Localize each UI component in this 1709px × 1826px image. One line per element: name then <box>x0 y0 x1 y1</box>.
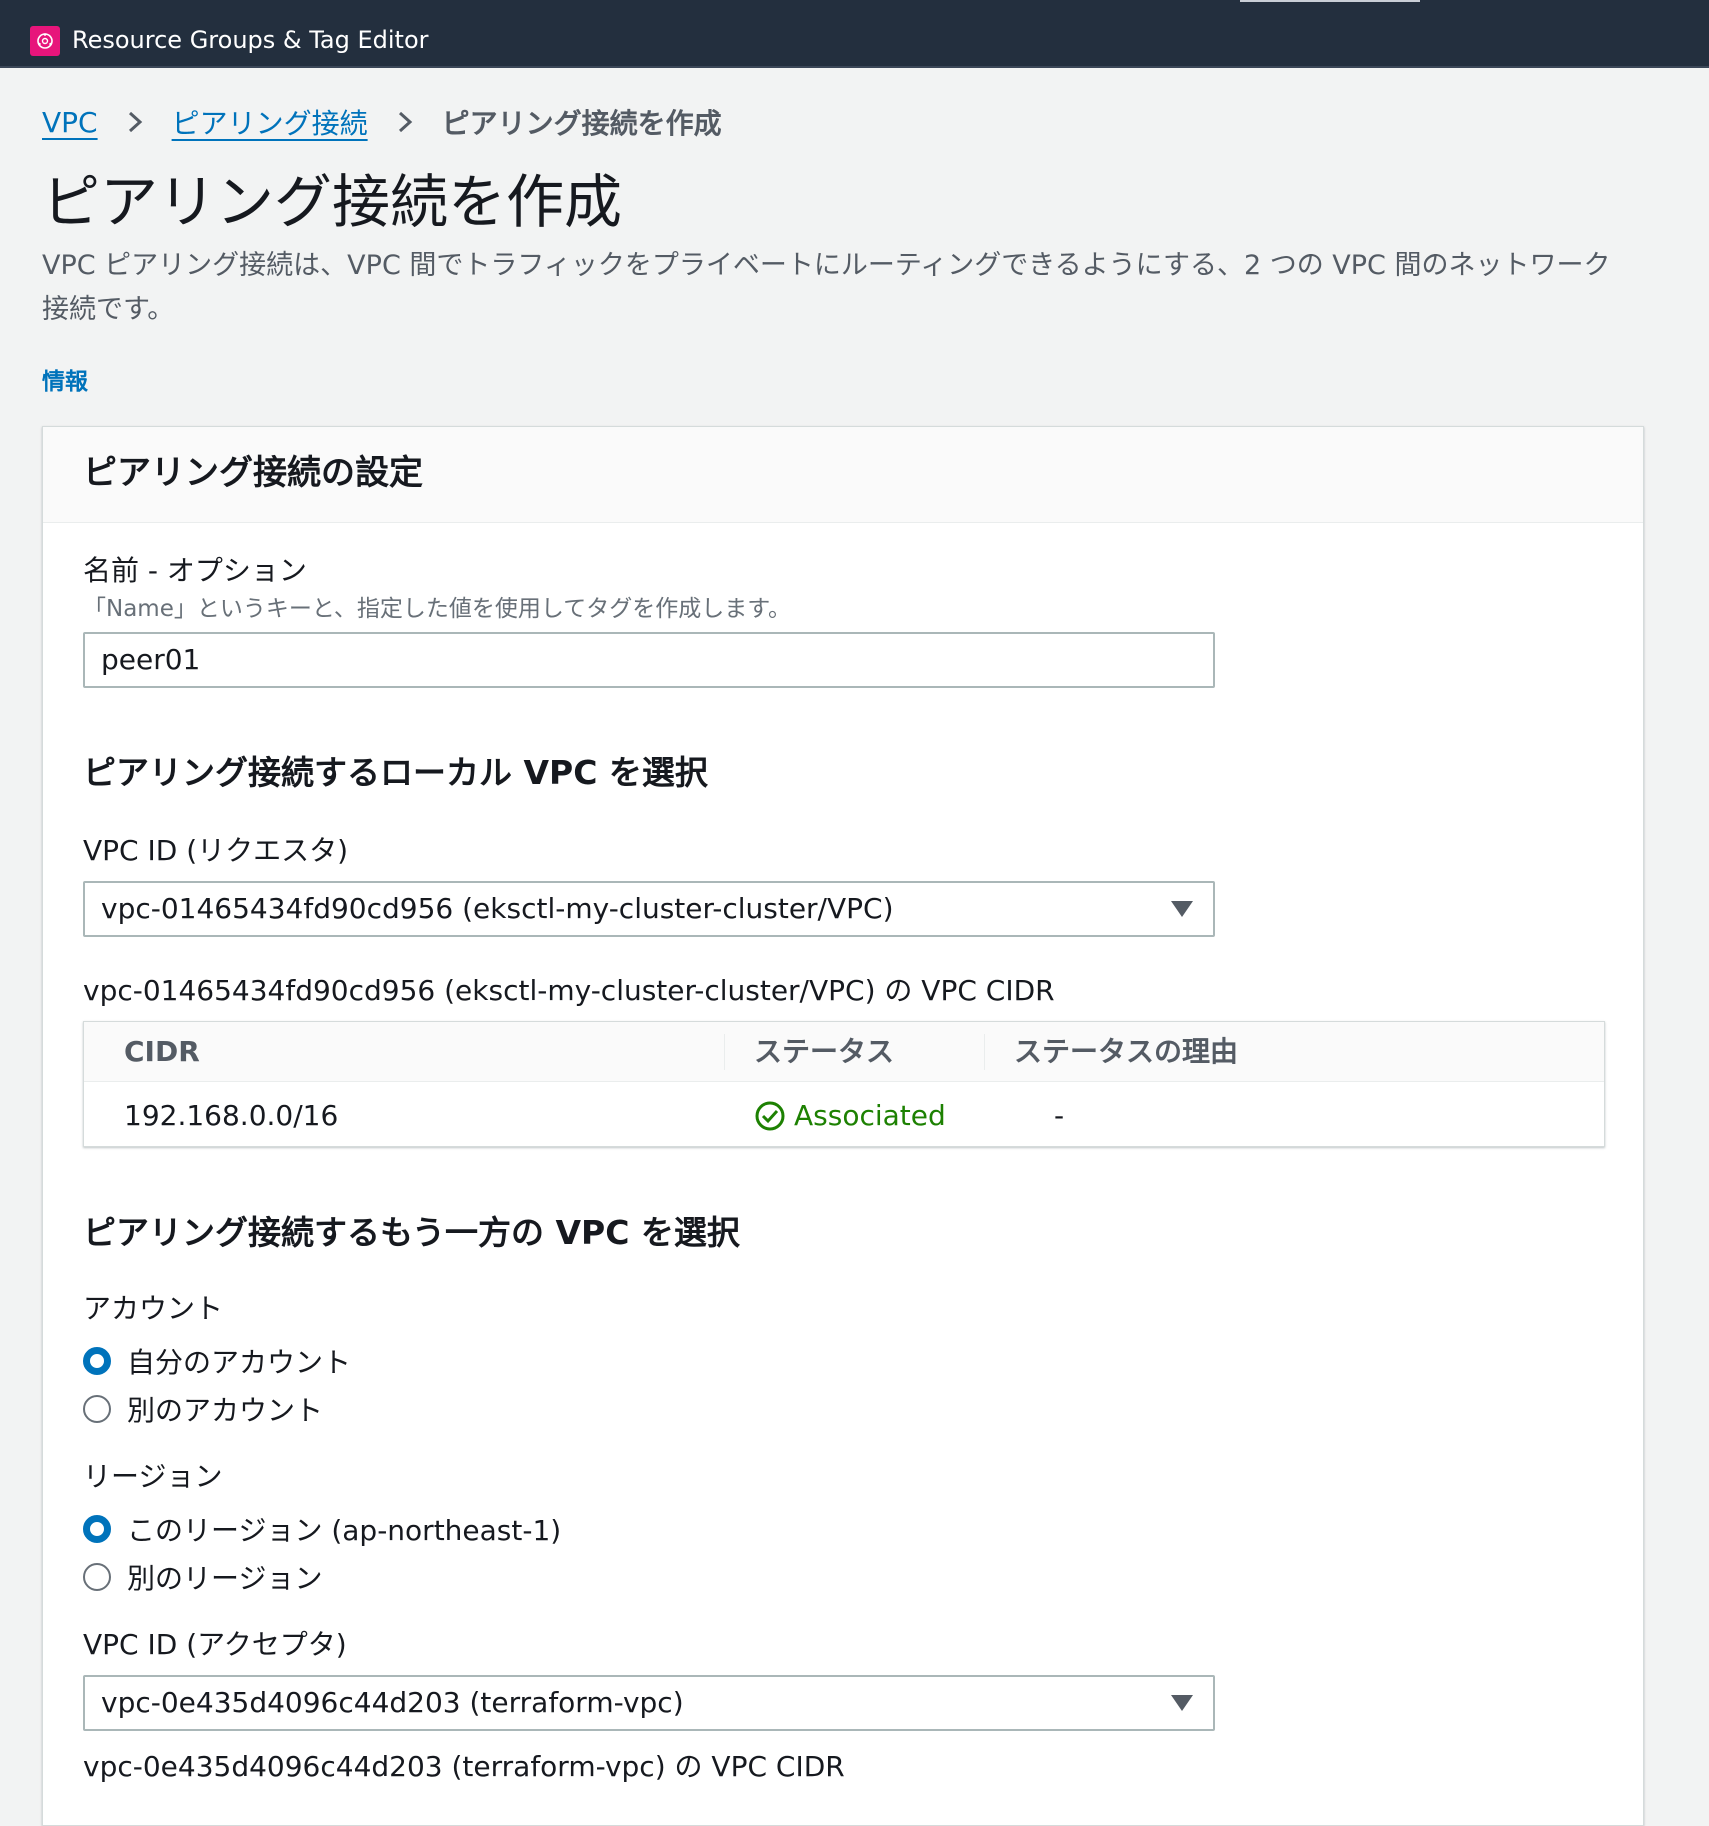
top-navigation-bar: Resource Groups & Tag Editor <box>0 0 1709 68</box>
local-vpc-heading: ピアリング接続するローカル VPC を選択 <box>83 753 708 792</box>
radio-my-account[interactable]: 自分のアカウント <box>83 1341 351 1381</box>
radio-button-checked[interactable] <box>83 1515 111 1543</box>
peer-vpc-heading: ピアリング接続するもう一方の VPC を選択 <box>83 1213 740 1252</box>
table-header: CIDR ステータス ステータスの理由 <box>84 1022 1604 1082</box>
breadcrumb-current: ピアリング接続を作成 <box>441 107 722 140</box>
requester-vpc-label: VPC ID (リクエスタ) <box>83 834 349 867</box>
topbar-accent-line <box>1240 0 1420 2</box>
chevron-right-icon <box>398 111 412 133</box>
column-header-status[interactable]: ステータス <box>754 1032 894 1072</box>
app-title[interactable]: Resource Groups & Tag Editor <box>72 22 429 58</box>
radio-other-account[interactable]: 別のアカウント <box>83 1389 323 1429</box>
requester-cidr-table: CIDR ステータス ステータスの理由 192.168.0.0/16 Assoc… <box>83 1021 1605 1147</box>
column-divider <box>984 1034 985 1070</box>
page-description: VPC ピアリング接続は、VPC 間でトラフィックをプライベートにルーティングで… <box>42 250 1611 325</box>
name-field-description: 「Name」というキーと、指定した値を使用してタグを作成します。 <box>83 596 791 622</box>
cell-cidr: 192.168.0.0/16 <box>124 1099 339 1132</box>
cell-status: Associated <box>754 1096 946 1136</box>
column-header-cidr[interactable]: CIDR <box>124 1032 200 1072</box>
accepter-cidr-caption: vpc-0e435d4096c44d203 (terraform-vpc) の … <box>83 1750 845 1783</box>
peering-settings-panel: ピアリング接続の設定 名前 - オプション 「Name」というキーと、指定した値… <box>42 426 1644 1826</box>
radio-label: 別のリージョン <box>127 1562 323 1595</box>
breadcrumb-link-vpc[interactable]: VPC <box>42 106 98 139</box>
panel-title: ピアリング接続の設定 <box>83 453 423 493</box>
accepter-vpc-label: VPC ID (アクセプタ) <box>83 1628 347 1661</box>
region-label: リージョン <box>83 1460 223 1493</box>
radio-label: このリージョン (ap-northeast-1) <box>127 1514 562 1547</box>
radio-button-checked[interactable] <box>83 1347 111 1375</box>
caret-down-icon <box>1171 1695 1193 1711</box>
resource-groups-icon[interactable] <box>30 26 60 56</box>
column-divider <box>724 1034 725 1070</box>
breadcrumb: VPC ピアリング接続 ピアリング接続を作成 <box>42 102 722 142</box>
accepter-vpc-selected-value: vpc-0e435d4096c44d203 (terraform-vpc) <box>101 1686 684 1719</box>
radio-button[interactable] <box>83 1563 111 1591</box>
page-title: ピアリング接続を作成 <box>42 168 623 236</box>
radio-label: 自分のアカウント <box>127 1346 352 1379</box>
accepter-vpc-select[interactable]: vpc-0e435d4096c44d203 (terraform-vpc) <box>83 1675 1215 1731</box>
radio-this-region[interactable]: このリージョン (ap-northeast-1) <box>83 1509 561 1549</box>
radio-other-region[interactable]: 別のリージョン <box>83 1557 322 1597</box>
requester-vpc-select[interactable]: vpc-01465434fd90cd956 (eksctl-my-cluster… <box>83 881 1215 937</box>
radio-button[interactable] <box>83 1395 111 1423</box>
requester-vpc-selected-value: vpc-01465434fd90cd956 (eksctl-my-cluster… <box>101 892 894 925</box>
cell-status-reason: - <box>1054 1099 1065 1132</box>
account-label: アカウント <box>83 1292 224 1325</box>
panel-header: ピアリング接続の設定 <box>43 427 1643 523</box>
requester-cidr-caption: vpc-01465434fd90cd956 (eksctl-my-cluster… <box>83 974 1055 1007</box>
caret-down-icon <box>1171 901 1193 917</box>
column-header-status-reason[interactable]: ステータスの理由 <box>1014 1032 1238 1072</box>
check-circle-icon <box>755 1101 785 1131</box>
name-field-label: 名前 - オプション <box>83 554 307 587</box>
name-input[interactable]: peer01 <box>83 632 1215 688</box>
info-link[interactable]: 情報 <box>42 362 88 396</box>
radio-label: 別のアカウント <box>127 1394 324 1427</box>
chevron-right-icon <box>128 111 142 133</box>
breadcrumb-link-peering[interactable]: ピアリング接続 <box>172 102 368 142</box>
status-text: Associated <box>794 1099 946 1132</box>
